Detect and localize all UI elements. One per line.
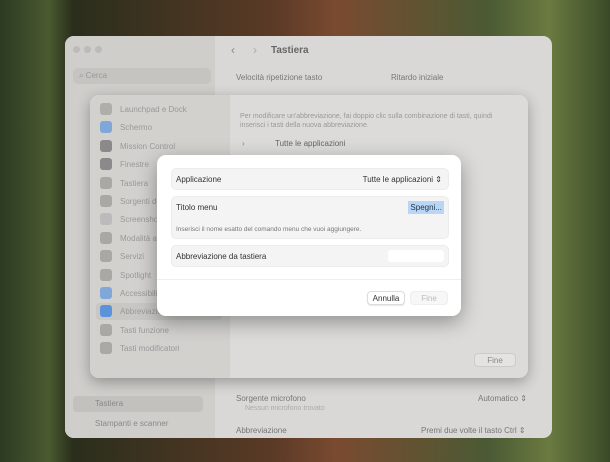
- sidebar-item-tastiera[interactable]: Tastiera: [73, 396, 203, 412]
- category-label: Spotlight: [120, 270, 152, 280]
- shortcut-label: Abbreviazione da tastiera: [176, 252, 267, 261]
- add-shortcut-dialog: Applicazione Tutte le applicazioni ⇕ Tit…: [157, 155, 461, 316]
- category-item[interactable]: Schermo: [96, 119, 222, 136]
- search-placeholder: Cerca: [85, 71, 108, 80]
- category-icon: [100, 342, 112, 355]
- category-label: Tasti modificatori: [120, 344, 180, 354]
- application-select[interactable]: Tutte le applicazioni ⇕: [363, 175, 442, 184]
- category-item[interactable]: Tasti modificatori: [96, 340, 222, 357]
- category-icon: [100, 305, 112, 318]
- category-icon: [100, 323, 112, 336]
- mic-source-label: Sorgente microfono: [236, 394, 306, 403]
- category-icon: [100, 231, 112, 244]
- repeat-speed-label: Velocità ripetizione tasto: [236, 73, 323, 82]
- category-icon: [100, 103, 112, 115]
- category-icon: [100, 176, 112, 189]
- category-label: Servizi: [120, 252, 145, 262]
- divider: [157, 279, 461, 280]
- shortcut-input[interactable]: [388, 250, 444, 262]
- shortcut-row: Abbreviazione da tastiera: [171, 245, 449, 267]
- sheet-hint: Per modificare un'abbreviazione, fai dop…: [240, 113, 493, 129]
- category-item[interactable]: Launchpad e Dock: [96, 101, 222, 118]
- category-label: Launchpad e Dock: [120, 105, 187, 114]
- shortcut-select[interactable]: Premi due volte il tasto Ctrl ⇕: [421, 426, 526, 435]
- category-label: Schermo: [120, 123, 153, 133]
- category-item[interactable]: Tasti funzione: [96, 322, 222, 339]
- shortcut-value: Premi due volte il tasto Ctrl: [421, 426, 517, 435]
- back-button[interactable]: ‹: [231, 43, 235, 57]
- application-value: Tutte le applicazioni: [362, 175, 434, 184]
- category-label: Screenshot: [120, 215, 161, 225]
- category-icon: [100, 158, 112, 171]
- page-title: Tastiera: [271, 45, 309, 56]
- category-icon: [100, 250, 112, 263]
- application-label: Applicazione: [176, 175, 222, 184]
- cancel-button[interactable]: Annulla: [367, 291, 405, 305]
- mic-value: Automatico: [478, 394, 519, 403]
- forward-button[interactable]: ›: [253, 43, 257, 57]
- window-controls[interactable]: [73, 46, 106, 55]
- menu-title-label: Titolo menu: [176, 203, 218, 212]
- menu-title-input[interactable]: Spegni...: [408, 201, 444, 214]
- application-row: Applicazione Tutte le applicazioni ⇕: [171, 168, 449, 190]
- done-button[interactable]: Fine: [410, 291, 448, 305]
- category-label: Mission Control: [120, 141, 176, 151]
- mic-source-select[interactable]: Automatico ⇕: [478, 394, 527, 403]
- category-icon: [100, 121, 112, 134]
- category-icon: [100, 268, 112, 281]
- category-label: Tastiera: [120, 178, 149, 188]
- group-all-apps[interactable]: Tutte le applicazioni: [275, 139, 345, 148]
- menu-title-hint: Inserisci il nome esatto del comando men…: [176, 226, 362, 233]
- sheet-done-button[interactable]: Fine: [474, 353, 516, 367]
- search-input[interactable]: ⌕ Cerca: [73, 68, 211, 84]
- group-chevron-icon[interactable]: ›: [242, 139, 245, 148]
- initial-delay-label: Ritardo iniziale: [391, 73, 444, 82]
- sidebar-item-stampanti[interactable]: Stampanti e scanner: [73, 416, 203, 432]
- category-item[interactable]: Mission Control: [96, 138, 222, 155]
- shortcut-label: Abbreviazione: [236, 426, 287, 435]
- menu-title-row: Titolo menu Spegni... Inserisci il nome …: [171, 196, 449, 239]
- category-label: Tasti funzione: [120, 325, 169, 335]
- category-label: Finestre: [120, 160, 149, 170]
- category-icon: [100, 139, 112, 152]
- category-icon: [100, 213, 112, 226]
- category-icon: [100, 195, 112, 207]
- category-icon: [100, 287, 112, 299]
- mic-warning: Nessun microfono trovato: [245, 405, 325, 412]
